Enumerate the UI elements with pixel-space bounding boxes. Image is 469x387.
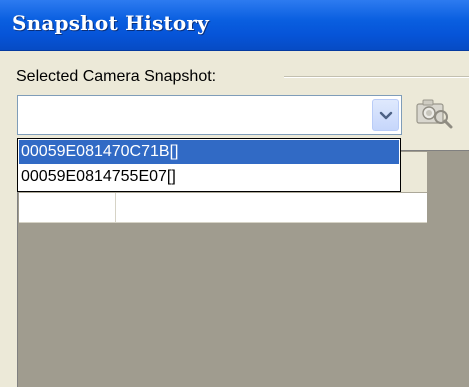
chevron-down-icon: [379, 111, 393, 120]
window-title: Snapshot History: [12, 11, 209, 35]
camera-option[interactable]: 00059E081470C71B[]: [19, 140, 399, 164]
camera-option[interactable]: 00059E0814755E07[]: [19, 165, 399, 189]
table-row[interactable]: [19, 193, 427, 223]
camera-dropdown-list[interactable]: 00059E081470C71B[] 00059E0814755E07[]: [17, 138, 401, 192]
combobox-dropdown-button[interactable]: [372, 99, 399, 131]
camera-combobox[interactable]: [17, 95, 402, 135]
title-bar: Snapshot History: [0, 0, 469, 51]
cell-divider: [115, 193, 116, 222]
group-separator: [284, 76, 469, 78]
camera-select-label: Selected Camera Snapshot:: [16, 68, 217, 85]
camera-search-icon[interactable]: [414, 95, 454, 136]
